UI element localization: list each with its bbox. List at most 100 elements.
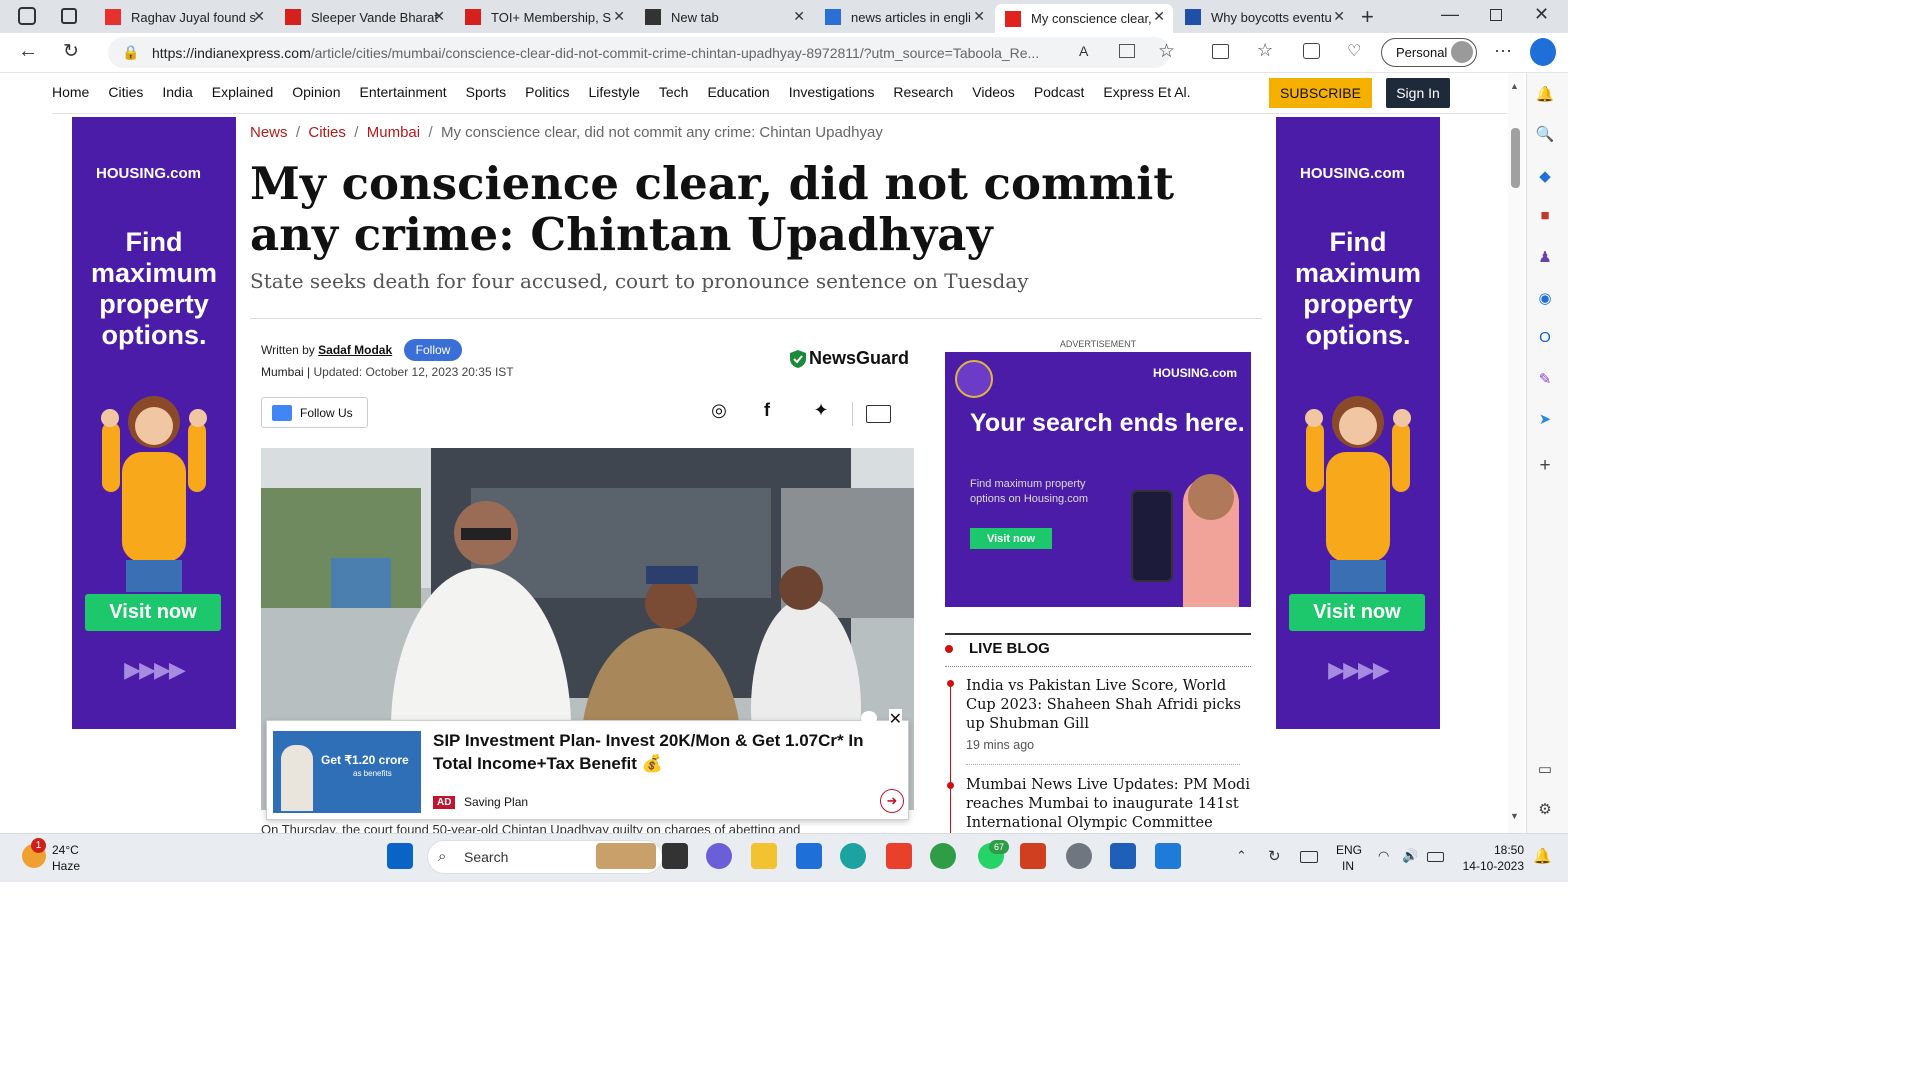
breadcrumb-news[interactable]: News <box>250 124 288 141</box>
task-view-icon[interactable] <box>662 843 688 869</box>
nav-item-explained[interactable]: Explained <box>212 84 274 100</box>
ad-visit-button[interactable]: Visit now <box>85 594 221 631</box>
tools-briefcase-icon[interactable]: ■ <box>1535 207 1555 227</box>
arrow-right-icon[interactable]: ➜ <box>880 789 904 813</box>
wifi-icon[interactable]: ◠ <box>1378 848 1389 864</box>
hide-sidebar-icon[interactable]: ▭ <box>1535 760 1555 780</box>
workspaces-icon[interactable] <box>18 7 36 25</box>
sponsored-popup-ad[interactable]: Get ₹1.20 crore as benefits SIP Investme… <box>266 709 909 820</box>
page-scrollbar[interactable]: ▲ ▼ <box>1508 73 1524 833</box>
nav-item-tech[interactable]: Tech <box>659 84 689 100</box>
maximize-button[interactable] <box>1490 9 1502 21</box>
weather-widget[interactable]: 24°C Haze <box>52 842 80 874</box>
volume-icon[interactable]: 🔊 <box>1402 848 1418 864</box>
follow-author-button[interactable]: Follow <box>404 339 462 361</box>
browser-tab[interactable]: Why boycotts eventu ✕ <box>1175 4 1353 30</box>
close-tab-icon[interactable]: ✕ <box>973 8 985 25</box>
google-news-follow-button[interactable]: Follow Us <box>261 397 368 428</box>
notifications-icon[interactable]: 🔔 <box>1533 847 1552 865</box>
add-sidebar-app-icon[interactable]: + <box>1535 455 1555 476</box>
nav-item-politics[interactable]: Politics <box>525 84 569 100</box>
subscribe-button[interactable]: SUBSCRIBE <box>1269 78 1372 108</box>
browser-tab[interactable]: TOI+ Membership, S ✕ <box>455 4 633 30</box>
whatsapp-share-icon[interactable]: ◎ <box>707 400 731 424</box>
close-tab-icon[interactable]: ✕ <box>1153 8 1165 25</box>
scroll-down-icon[interactable]: ▼ <box>1510 811 1519 821</box>
nav-item-cities[interactable]: Cities <box>108 84 143 100</box>
avatar[interactable] <box>1451 41 1473 63</box>
new-tab-button[interactable]: + <box>1361 4 1374 30</box>
author-link[interactable]: Sadaf Modak <box>318 343 392 357</box>
nav-item-investigations[interactable]: Investigations <box>789 84 875 100</box>
favorites-icon[interactable]: ☆ <box>1257 40 1273 61</box>
pdf-reader-icon[interactable] <box>1020 843 1046 869</box>
nav-item-india[interactable]: India <box>162 84 192 100</box>
teams-chat-icon[interactable] <box>706 843 732 869</box>
breadcrumb-cities[interactable]: Cities <box>308 124 346 141</box>
mail-icon[interactable] <box>796 843 822 869</box>
settings-more-icon[interactable]: ··· <box>1494 40 1512 61</box>
lock-icon[interactable]: 🔒 <box>122 44 139 61</box>
office-icon[interactable] <box>886 843 912 869</box>
reader-view-icon[interactable] <box>1119 44 1135 58</box>
chrome-icon[interactable] <box>930 843 956 869</box>
browser-tab[interactable]: Raghav Juyal found s ✕ <box>95 4 273 30</box>
edge-icon[interactable] <box>840 843 866 869</box>
live-blog-item[interactable]: India vs Pakistan Live Score, World Cup … <box>966 677 1256 734</box>
notification-bell-icon[interactable]: 🔔 <box>1535 85 1555 105</box>
newsguard-badge[interactable]: NewsGuard <box>790 348 909 369</box>
breadcrumb-mumbai[interactable]: Mumbai <box>367 124 420 141</box>
scrollbar-thumb[interactable] <box>1511 128 1520 188</box>
battery-icon[interactable] <box>1427 852 1444 862</box>
chevron-up-icon[interactable]: ⌃ <box>1236 848 1247 864</box>
facebook-share-icon[interactable]: f <box>755 400 779 424</box>
browser-essentials-icon[interactable]: ♡ <box>1347 41 1361 61</box>
windows-start-icon[interactable] <box>387 843 413 869</box>
collections-icon[interactable] <box>1303 43 1320 59</box>
right-side-ad[interactable]: HOUSING.com Find maximum property option… <box>1276 117 1440 729</box>
tab-actions-icon[interactable] <box>61 8 77 24</box>
sidebar-settings-gear-icon[interactable]: ⚙ <box>1535 800 1555 820</box>
scroll-up-icon[interactable]: ▲ <box>1510 81 1519 91</box>
read-aloud-icon[interactable]: A <box>1079 43 1088 59</box>
keyboard-icon[interactable] <box>1300 851 1318 863</box>
notepad-icon[interactable] <box>1110 843 1136 869</box>
nav-item-sports[interactable]: Sports <box>466 84 506 100</box>
right-rail-ad[interactable]: HOUSING.com Your search ends here. Find … <box>945 352 1251 607</box>
ad-visit-button[interactable]: Visit now <box>970 528 1052 549</box>
search-icon[interactable]: 🔍 <box>1535 125 1555 145</box>
settings-gear-icon[interactable] <box>1066 843 1092 869</box>
nav-item-videos[interactable]: Videos <box>972 84 1015 100</box>
close-tab-icon[interactable]: ✕ <box>433 8 445 25</box>
close-window-button[interactable]: ✕ <box>1534 4 1549 25</box>
nav-item-research[interactable]: Research <box>893 84 953 100</box>
language-indicator[interactable]: ENG IN <box>1336 842 1362 874</box>
file-explorer-icon[interactable] <box>751 843 777 869</box>
drop-send-icon[interactable]: ➤ <box>1535 410 1555 430</box>
copilot-icon[interactable] <box>1530 38 1556 66</box>
vscode-icon[interactable] <box>1155 843 1181 869</box>
close-tab-icon[interactable]: ✕ <box>793 8 805 25</box>
designer-icon[interactable]: ✎ <box>1535 370 1555 390</box>
browser-tab[interactable]: Sleeper Vande Bharat ✕ <box>275 4 453 30</box>
refresh-icon[interactable]: ↻ <box>63 40 79 63</box>
sync-icon[interactable]: ↻ <box>1268 847 1281 865</box>
favorite-star-icon[interactable]: ☆ <box>1158 40 1175 63</box>
outlook-icon[interactable]: O <box>1535 329 1555 349</box>
nav-item-home[interactable]: Home <box>52 84 89 100</box>
comments-icon[interactable] <box>866 405 891 423</box>
split-screen-icon[interactable] <box>1212 44 1229 59</box>
close-tab-icon[interactable]: ✕ <box>1333 8 1345 25</box>
adchoices-icon[interactable] <box>861 711 877 725</box>
nav-item-lifestyle[interactable]: Lifestyle <box>589 84 640 100</box>
tab-active[interactable]: My conscience clear, ✕ <box>995 4 1173 33</box>
minimize-button[interactable]: — <box>1441 4 1459 25</box>
close-tab-icon[interactable]: ✕ <box>253 8 265 25</box>
browser-tab[interactable]: news articles in engli ✕ <box>815 4 993 30</box>
nav-item-education[interactable]: Education <box>707 84 769 100</box>
shopping-tag-icon[interactable]: ◆ <box>1535 167 1555 187</box>
browser-tab[interactable]: New tab ✕ <box>635 4 813 30</box>
url-field[interactable]: https://indianexpress.com/article/cities… <box>108 37 1170 68</box>
sign-in-button[interactable]: Sign In <box>1386 78 1450 108</box>
popup-ad-title[interactable]: SIP Investment Plan- Invest 20K/Mon & Ge… <box>433 729 893 775</box>
